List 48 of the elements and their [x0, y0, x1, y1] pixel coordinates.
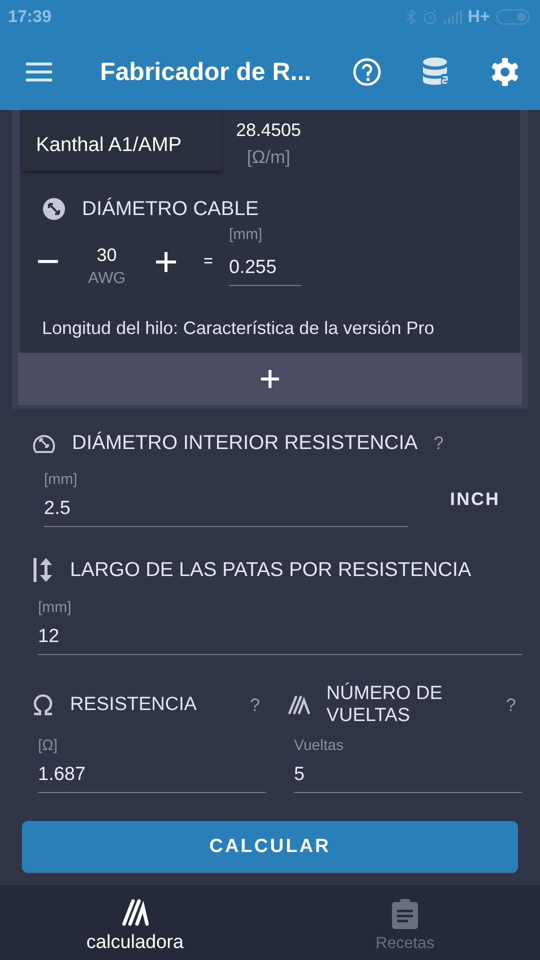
bluetooth-icon	[406, 9, 416, 25]
field-unit: [mm]	[44, 471, 78, 488]
gauge-value: 30	[96, 245, 117, 266]
alarm-icon	[422, 9, 438, 25]
input-field[interactable]: 2.5	[44, 494, 408, 527]
section-title: DIÁMETRO CABLE	[82, 198, 259, 220]
diameter-icon	[42, 197, 66, 221]
field-unit: [mm]	[38, 599, 72, 616]
app-title: Fabricador de R...	[100, 58, 312, 86]
calculate-button[interactable]: CALCULAR	[22, 821, 518, 873]
inch-button[interactable]: INCH	[450, 488, 500, 510]
section-title: LARGO DE LAS PATAS POR RESISTENCIA	[70, 558, 472, 582]
field-unit: Vueltas	[294, 737, 344, 754]
clipboard-icon	[392, 898, 418, 928]
material-dropdown[interactable]: Kanthal A1/AMP	[22, 110, 222, 171]
section-title: RESISTENCIA	[70, 694, 197, 716]
coil-icon	[121, 898, 149, 926]
minus-icon[interactable]	[38, 260, 58, 264]
help-mark[interactable]: ?	[250, 694, 266, 716]
vertical-arrow-icon	[32, 557, 54, 583]
length-note: Longitud del hilo: Característica de la versión Pro	[41, 317, 436, 340]
section-title: NÚMERO DE VUELTAS	[326, 683, 444, 727]
network-type: H+	[468, 7, 490, 27]
help-mark[interactable]: ?	[434, 432, 450, 454]
battery-icon	[496, 9, 530, 25]
signal-icon	[444, 10, 462, 24]
settings-icon[interactable]	[490, 57, 520, 87]
plus-icon[interactable]	[156, 252, 176, 272]
resistivity-unit: [Ω/m]	[246, 147, 290, 168]
status-time: 17:39	[8, 7, 52, 27]
resistivity-value: 28.4505	[236, 120, 302, 141]
menu-icon[interactable]	[26, 62, 52, 82]
omega-icon	[32, 694, 54, 716]
input-field[interactable]: 12	[38, 622, 522, 655]
field-unit: [mm]	[228, 226, 264, 242]
input-field[interactable]: 0.255	[228, 252, 301, 286]
coil-icon	[288, 693, 310, 717]
help-mark[interactable]: ?	[506, 694, 522, 716]
plus-icon	[261, 370, 279, 388]
nav-tab[interactable]: calculadora	[0, 885, 270, 960]
gauge-unit: AWG	[88, 270, 126, 288]
section-title: DIÁMETRO INTERIOR RESISTENCIA	[72, 432, 418, 454]
help-icon[interactable]	[352, 57, 382, 87]
input-field[interactable]: 5	[294, 760, 522, 793]
database-icon[interactable]	[422, 57, 450, 87]
equals-sign: =	[204, 252, 213, 270]
field-unit: [Ω]	[38, 737, 59, 754]
input-field[interactable]: 1.687	[38, 760, 266, 793]
